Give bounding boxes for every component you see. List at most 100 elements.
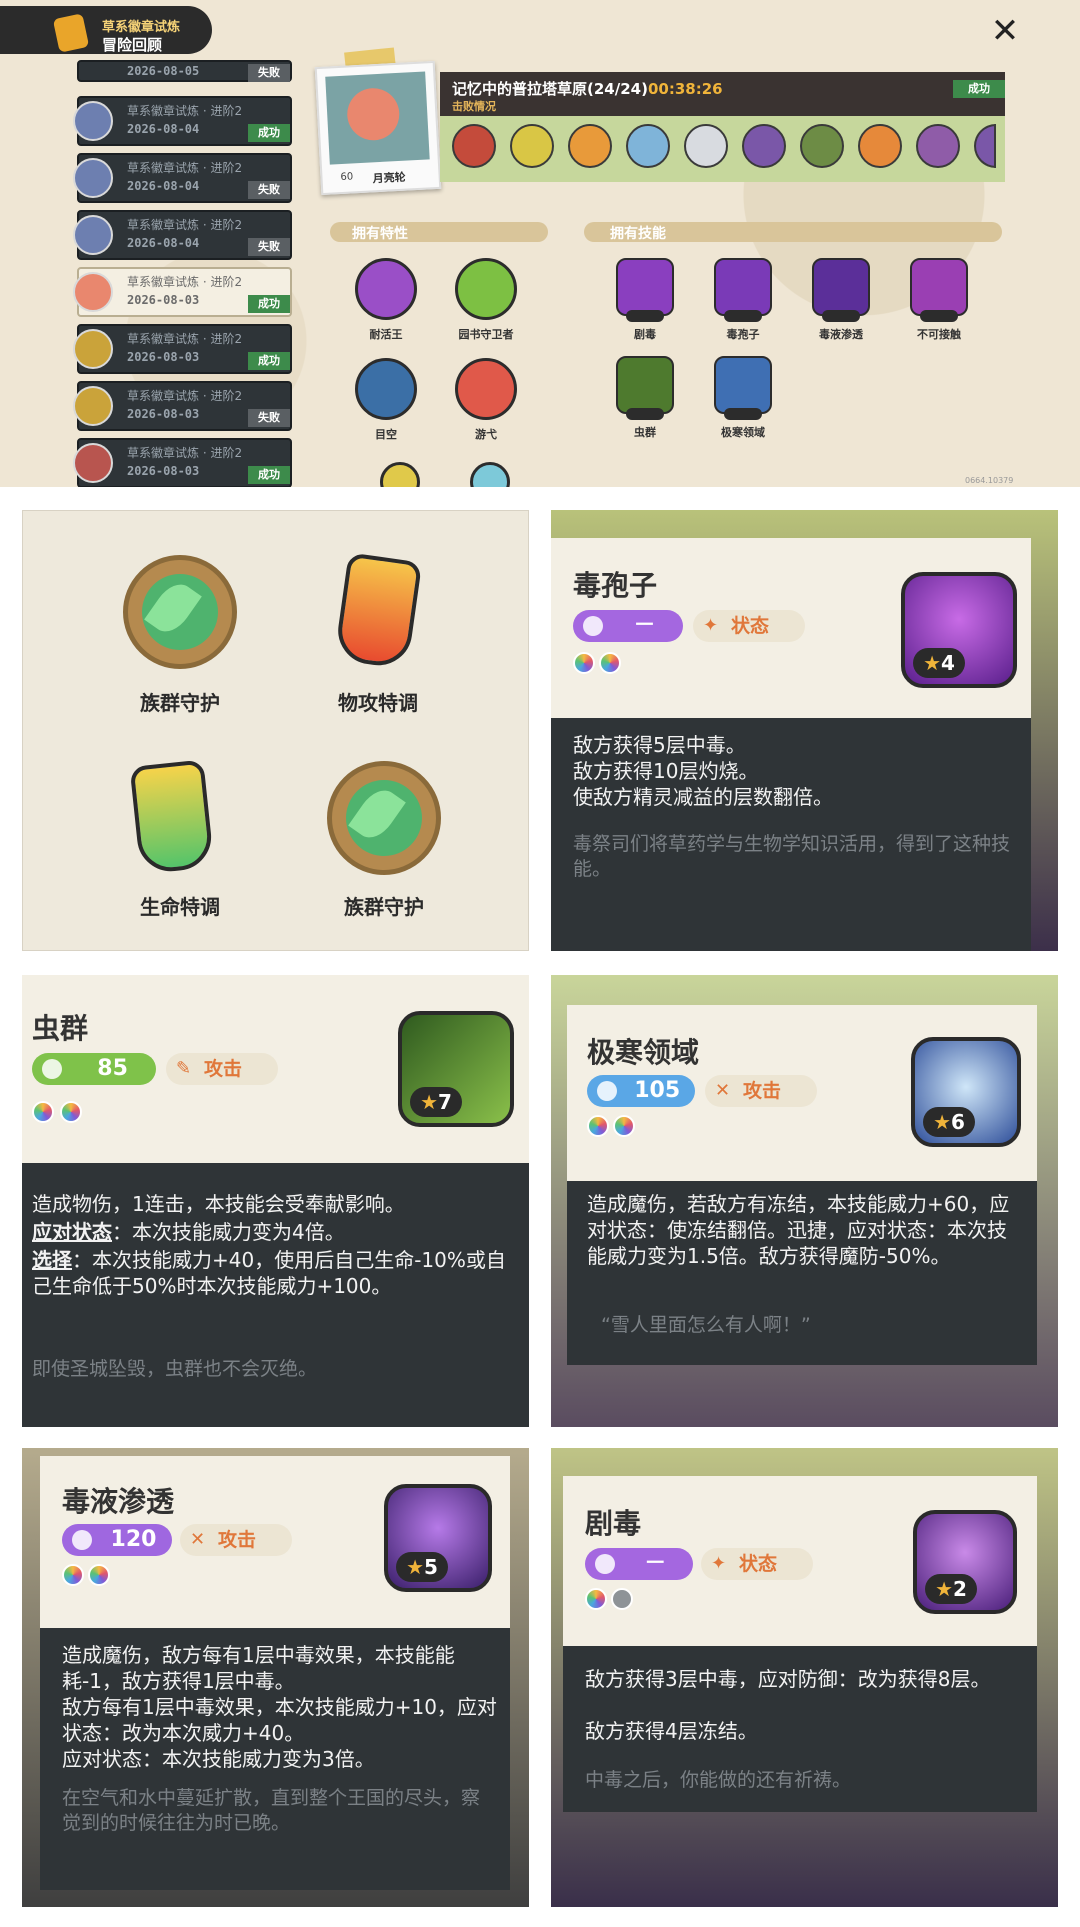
skill-icon[interactable] [616,258,674,322]
gem-icon-empty [611,1588,633,1610]
skill-desc-line: 应对状态：本次技能威力变为4倍。 [32,1219,522,1245]
trait-label: 游弋 [475,428,497,441]
badge-icon [52,13,90,53]
skill-icon[interactable] [910,258,968,322]
skill-icon[interactable] [714,258,772,322]
category-tag: ✕ 攻击 [180,1524,292,1556]
special-type-icon [595,1554,615,1574]
enemy-avatar [568,124,612,168]
defeat-label: 击败情况 [452,100,496,113]
star-cost: ★6 [923,1107,975,1137]
trait-label: 目空 [375,428,397,441]
leaf-badge-icon[interactable] [327,761,441,875]
gem-icon [60,1101,82,1123]
header-subtitle: 草系徽章试炼 [102,20,181,35]
gem-icon [599,652,621,674]
trait-icon[interactable] [455,258,517,320]
record-date: 2026-08-05 [127,64,200,78]
record-item[interactable]: 草系徽章试炼 · 进阶2 2026-08-03 成功 [73,324,292,374]
record-date: 2026-08-03 [127,407,200,421]
gem-icon [32,1101,54,1123]
record-date: 2026-08-04 [127,122,200,136]
battle-title: 记忆中的普拉塔草原(24/24)00:38:26 [452,78,723,99]
green-drink-icon[interactable] [129,759,215,875]
pet-avatar [73,329,113,369]
category-tag: ✕ 攻击 [705,1075,817,1107]
skill-card-frost: 极寒领域 105 ✕ 攻击 ★6 造成魔伤，若敌方有冻结，本技能威力+60，应对状… [551,975,1058,1427]
spore-skill-icon: ★4 [901,572,1017,688]
skill-desc-line: 敌方获得4层冻结。 [585,1719,758,1743]
skill-label: 毒液渗透 [819,328,863,341]
record-status: 成功 [248,295,290,313]
toxic-skill-icon: ★2 [913,1510,1017,1614]
skill-card-toxic: 剧毒 － ✦ 状态 ★2 敌方获得3层中毒，应对防御：改为获得8层。 敌方获得4层… [551,1448,1058,1907]
record-item[interactable]: 草系徽章试炼 · 进阶2 2026-08-03 失败 [73,381,292,431]
record-date: 2026-08-03 [127,350,200,364]
pet-avatar [73,101,113,141]
skill-desc-line: 应对状态：本次技能威力变为3倍。 [62,1747,375,1771]
skills-section-title: 拥有技能 [610,226,666,242]
category-tag: ✎ 攻击 [166,1053,278,1085]
skill-label: 极寒领域 [721,426,765,439]
star-count: 7 [438,1090,452,1114]
record-status: 成功 [248,466,290,484]
skill-label: 剧毒 [634,328,656,341]
skill-power: － [644,1551,667,1576]
skill-flavor: 在空气和水中蔓延扩散，直到整个王国的尽头，察觉到的时候往往为时已晚。 [62,1787,481,1834]
skill-flavor: 中毒之后，你能做的还有祈祷。 [585,1769,852,1791]
skill-flavor: “雪人里面怎么有人啊！” [601,1314,811,1336]
trait-icon[interactable] [455,358,517,420]
pet-polaroid[interactable]: 60 月亮轮 [314,60,442,196]
leaf-badge-icon[interactable] [123,555,237,669]
gem-icon [587,1115,609,1137]
trait-icon[interactable] [355,258,417,320]
record-date: 2026-08-03 [127,464,200,478]
pet-avatar [73,443,113,483]
skill-category: 攻击 [218,1529,257,1551]
enemy-avatar [916,124,960,168]
skill-icon[interactable] [714,356,772,420]
pet-avatar [73,215,113,255]
trait-icon[interactable] [355,358,417,420]
skill-desc-line: 造成物伤，1连击，本技能会受奉献影响。 [32,1192,405,1216]
item-label: 物攻特调 [338,691,418,715]
skill-cost [724,408,762,420]
record-item[interactable]: 2026-08-05 失败 [77,60,292,82]
battle-banner: 记忆中的普拉塔草原(24/24)00:38:26 击败情况 成功 [440,72,1005,116]
close-icon[interactable]: ✕ [988,14,1022,48]
item-label: 族群守护 [140,691,220,715]
record-item[interactable]: 草系徽章试炼 · 进阶2 2026-08-03 成功 [73,438,292,487]
skill-desc-line: 敌方获得3层中毒，应对防御：改为获得8层。 [585,1667,991,1691]
skill-card-venom: 毒液渗透 120 ✕ 攻击 ★5 造成魔伤，敌方每有1层中毒效果，本技能能耗-1，… [22,1448,529,1907]
gem-icon [62,1564,84,1586]
skill-label: 不可接触 [917,328,961,341]
skill-name: 毒液渗透 [62,1485,175,1518]
pet-avatar [73,158,113,198]
record-item-selected[interactable]: 草系徽章试炼 · 进阶2 2026-08-03 成功 [73,267,292,317]
enemy-avatar [742,124,786,168]
bug-type-icon [42,1059,62,1079]
version-text: 0664.10379 [965,476,1014,485]
battle-status: 成功 [953,80,1005,98]
red-drink-icon[interactable] [333,552,423,670]
skill-desc-line: 使敌方精灵减益的层数翻倍。 [573,785,833,809]
skill-icon[interactable] [812,258,870,322]
skill-name: 极寒领域 [587,1036,700,1069]
gem-icon [613,1115,635,1137]
pet-avatar [73,272,113,312]
skill-cost [626,408,664,420]
record-item[interactable]: 草系徽章试炼 · 进阶2 2026-08-04 失败 [73,210,292,260]
skill-name: 毒孢子 [573,569,658,602]
skill-icon[interactable] [616,356,674,420]
skill-name: 剧毒 [585,1507,642,1540]
skill-power: 105 [634,1078,681,1103]
star-cost: ★7 [410,1087,462,1117]
skill-name: 虫群 [32,1012,89,1045]
skill-cost [822,310,860,322]
ice-type-icon [597,1081,617,1101]
record-item[interactable]: 草系徽章试炼 · 进阶2 2026-08-04 失败 [73,153,292,203]
skill-power: 85 [97,1056,128,1081]
record-item[interactable]: 草系徽章试炼 · 进阶2 2026-08-04 成功 [73,96,292,146]
skill-desc-line: 敌方每有1层中毒效果，本次技能威力+10，应对状态：改为本次威力+40。 [62,1695,497,1745]
battle-stage: 记忆中的普拉塔草原(24/24) [452,80,648,98]
